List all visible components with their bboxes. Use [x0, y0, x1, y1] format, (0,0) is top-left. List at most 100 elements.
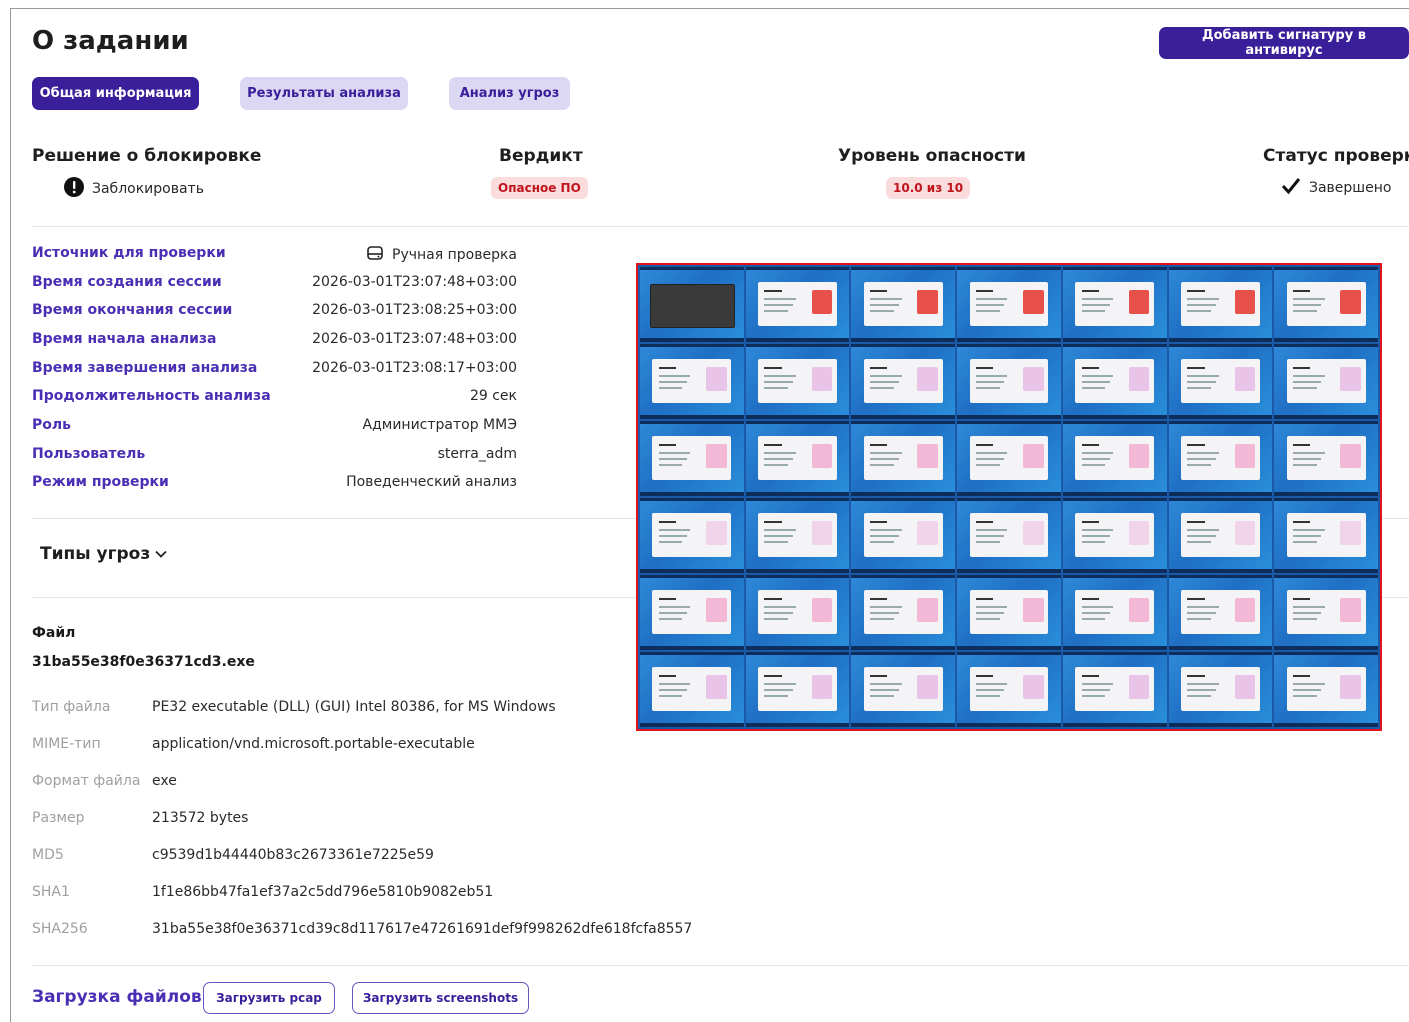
- screenshot-thumbnail[interactable]: [957, 267, 1061, 342]
- info-value-duration: 29 сек: [469, 388, 517, 404]
- screenshot-thumbnail[interactable]: [745, 652, 850, 727]
- screenshot-thumbnail[interactable]: [640, 344, 744, 419]
- screenshot-thumbnail[interactable]: [851, 575, 956, 650]
- screenshot-thumbnail[interactable]: [640, 421, 744, 496]
- threat-types-label: Типы угроз: [40, 544, 151, 564]
- file-format-label: Формат файла: [32, 773, 141, 789]
- info-label-user: Пользователь: [32, 446, 146, 462]
- threat-types-toggle[interactable]: Типы угроз: [40, 544, 168, 564]
- file-size-label: Размер: [32, 810, 85, 826]
- tab-analysis-results[interactable]: Результаты анализа: [240, 77, 408, 110]
- screenshot-thumbnail[interactable]: [1274, 421, 1378, 496]
- file-name: 31ba55e38f0e36371cd3.exe: [32, 654, 255, 670]
- md5-label: MD5: [32, 847, 64, 863]
- screenshot-thumbnail[interactable]: [851, 421, 956, 496]
- verdict-heading: Вердикт: [499, 146, 583, 166]
- md5-value: c9539d1b44440b83c2673361e7225e59: [152, 847, 434, 863]
- info-value-session-created: 2026-03-01T23:07:48+03:00: [312, 274, 517, 290]
- sha1-label: SHA1: [32, 884, 70, 900]
- info-label-source: Источник для проверки: [32, 245, 226, 261]
- check-status-text: Завершено: [1309, 180, 1392, 196]
- info-value-source: Ручная проверка: [366, 245, 517, 265]
- danger-level-badge: 10.0 из 10: [886, 177, 971, 199]
- divider: [32, 965, 1409, 966]
- screenshot-thumbnail[interactable]: [1274, 652, 1378, 727]
- hard-drive-icon: [366, 245, 384, 265]
- screenshot-thumbnail[interactable]: [640, 575, 744, 650]
- screenshot-thumbnail[interactable]: [957, 421, 1061, 496]
- screenshot-thumbnail[interactable]: [640, 652, 744, 727]
- check-status-heading: Статус проверки: [1263, 146, 1409, 166]
- info-value-analysis-start: 2026-03-01T23:07:48+03:00: [312, 331, 517, 347]
- upload-screenshots-button[interactable]: Загрузить screenshots: [352, 982, 529, 1014]
- screenshot-thumbnail[interactable]: [1062, 267, 1167, 342]
- file-size-value: 213572 bytes: [152, 810, 249, 826]
- screenshot-thumbnail[interactable]: [851, 652, 956, 727]
- tab-threat-analysis[interactable]: Анализ угроз: [449, 77, 570, 110]
- screenshot-thumbnail[interactable]: [745, 498, 850, 573]
- screenshot-thumbnail[interactable]: [1062, 652, 1167, 727]
- info-value-session-ended: 2026-03-01T23:08:25+03:00: [312, 302, 517, 318]
- screenshot-thumbnail[interactable]: [745, 344, 850, 419]
- mime-type-label: MIME-тип: [32, 736, 101, 752]
- danger-level-heading: Уровень опасности: [838, 146, 1026, 166]
- screenshot-thumbnail[interactable]: [957, 652, 1061, 727]
- screenshots-gallery[interactable]: [636, 263, 1382, 731]
- screenshot-thumbnail[interactable]: [1168, 267, 1273, 342]
- screenshot-thumbnail[interactable]: [1168, 575, 1273, 650]
- info-label-analysis-start: Время начала анализа: [32, 331, 217, 347]
- screenshot-thumbnail[interactable]: [1062, 344, 1167, 419]
- file-format-value: exe: [152, 773, 177, 789]
- sha256-label: SHA256: [32, 921, 88, 937]
- screenshot-thumbnail[interactable]: [1062, 421, 1167, 496]
- source-text: Ручная проверка: [392, 247, 517, 263]
- screenshot-thumbnail[interactable]: [640, 267, 744, 342]
- screenshot-thumbnail[interactable]: [1168, 498, 1273, 573]
- chevron-down-icon: [154, 544, 168, 564]
- screenshot-thumbnail[interactable]: [640, 498, 744, 573]
- screenshot-thumbnail[interactable]: [851, 344, 956, 419]
- checkmark-icon: [1281, 177, 1301, 199]
- block-decision-text: Заблокировать: [92, 181, 204, 197]
- info-value-user: sterra_adm: [437, 446, 517, 462]
- screenshot-thumbnail[interactable]: [957, 498, 1061, 573]
- block-decision-value: Заблокировать: [64, 177, 204, 201]
- info-label-role: Роль: [32, 417, 71, 433]
- file-heading: Файл: [32, 625, 76, 641]
- screenshot-thumbnail[interactable]: [851, 267, 956, 342]
- screenshot-thumbnail[interactable]: [1168, 344, 1273, 419]
- info-value-analysis-end: 2026-03-01T23:08:17+03:00: [312, 360, 517, 376]
- info-label-session-ended: Время окончания сессии: [32, 302, 233, 318]
- screenshot-thumbnail[interactable]: [957, 344, 1061, 419]
- block-decision-heading: Решение о блокировке: [32, 146, 262, 166]
- screenshot-thumbnail[interactable]: [1062, 575, 1167, 650]
- screenshot-thumbnail[interactable]: [745, 421, 850, 496]
- file-type-value: PE32 executable (DLL) (GUI) Intel 80386,…: [152, 699, 556, 715]
- mime-type-value: application/vnd.microsoft.portable-execu…: [152, 736, 475, 752]
- upload-label: Загрузка файлов:: [32, 987, 209, 1007]
- screenshot-thumbnail[interactable]: [1274, 344, 1378, 419]
- file-type-label: Тип файла: [32, 699, 111, 715]
- screenshot-thumbnail[interactable]: [1274, 267, 1378, 342]
- screenshot-thumbnail[interactable]: [745, 267, 850, 342]
- screenshot-thumbnail[interactable]: [957, 575, 1061, 650]
- info-value-role: Администратор ММЭ: [362, 417, 517, 433]
- screenshot-thumbnail[interactable]: [1168, 421, 1273, 496]
- info-label-analysis-end: Время завершения анализа: [32, 360, 258, 376]
- screenshot-thumbnail[interactable]: [745, 575, 850, 650]
- tab-general-info[interactable]: Общая информация: [32, 77, 199, 110]
- info-label-check-mode: Режим проверки: [32, 474, 169, 490]
- screenshot-thumbnail[interactable]: [1062, 498, 1167, 573]
- exclamation-circle-icon: [64, 177, 84, 201]
- add-signature-button[interactable]: Добавить сигнатуру в антивирус: [1159, 27, 1409, 59]
- sha256-value: 31ba55e38f0e36371cd39c8d117617e47261691d…: [152, 921, 693, 937]
- page-title: О задании: [32, 26, 189, 56]
- screenshot-thumbnail[interactable]: [1274, 575, 1378, 650]
- verdict-badge: Опасное ПО: [491, 177, 588, 199]
- screenshot-thumbnail[interactable]: [1168, 652, 1273, 727]
- info-label-session-created: Время создания сессии: [32, 274, 222, 290]
- screenshot-thumbnail[interactable]: [1274, 498, 1378, 573]
- sha1-value: 1f1e86bb47fa1ef37a2c5dd796e5810b9082eb51: [152, 884, 494, 900]
- upload-pcap-button[interactable]: Загрузить pcap: [203, 982, 335, 1014]
- screenshot-thumbnail[interactable]: [851, 498, 956, 573]
